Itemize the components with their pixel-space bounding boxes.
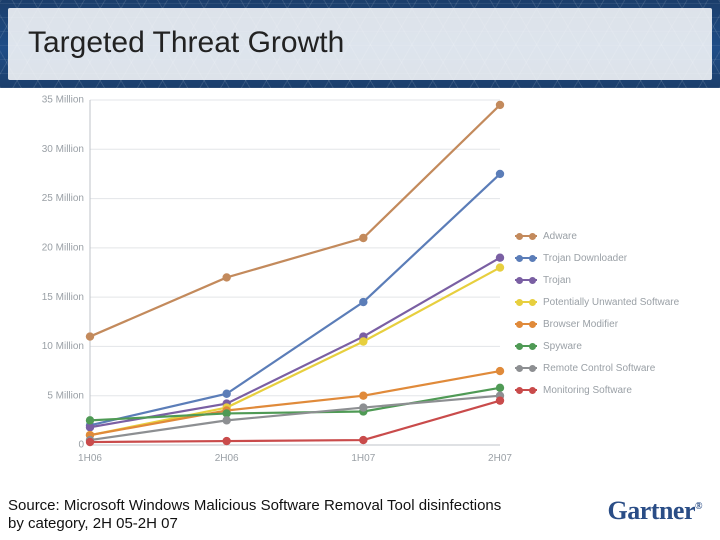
legend-swatch [515, 362, 537, 374]
header-band: Targeted Threat Growth [0, 0, 720, 88]
series-marker [222, 273, 230, 281]
series-marker [496, 396, 504, 404]
source-line: Source: Microsoft Windows Malicious Soft… [8, 497, 508, 535]
series-marker [496, 101, 504, 109]
series-marker [222, 390, 230, 398]
series-line [90, 401, 500, 442]
y-tick-label: 20 Million [42, 242, 84, 253]
legend-swatch [515, 340, 537, 352]
legend-swatch [515, 318, 537, 330]
legend-item: Remote Control Software [515, 357, 690, 379]
series-marker [359, 337, 367, 345]
series-marker [496, 263, 504, 271]
legend-item: Adware [515, 225, 690, 247]
series-marker [496, 367, 504, 375]
legend-item: Monitoring Software [515, 379, 690, 401]
legend-label: Trojan [543, 275, 571, 286]
legend-label: Spyware [543, 341, 582, 352]
series-marker [86, 416, 94, 424]
slide: Targeted Threat Growth 0 5 Million 10 Mill… [0, 0, 720, 540]
y-tick-label: 35 Million [42, 95, 84, 106]
series-marker [359, 298, 367, 306]
series-marker [496, 254, 504, 262]
x-tick-label: 1H06 [78, 453, 102, 464]
legend-swatch [515, 252, 537, 264]
legend-swatch [515, 274, 537, 286]
gartner-mark-suffix: ® [695, 501, 702, 512]
y-tick-label: 30 Million [42, 144, 84, 155]
slide-title: Targeted Threat Growth [28, 26, 344, 60]
x-tick-label: 1H07 [351, 453, 375, 464]
legend-label: Monitoring Software [543, 385, 632, 396]
y-tick-label: 0 [78, 440, 84, 451]
legend-item: Trojan [515, 269, 690, 291]
legend-swatch [515, 296, 537, 308]
x-tick-label: 2H07 [488, 453, 512, 464]
legend-label: Browser Modifier [543, 319, 618, 330]
series-marker [86, 332, 94, 340]
legend-label: Potentially Unwanted Software [543, 297, 679, 308]
legend: Adware Trojan Downloader Trojan Potentially… [515, 225, 690, 401]
gartner-wordmark: Gartner [608, 496, 695, 525]
legend-label: Trojan Downloader [543, 253, 627, 264]
series-marker [496, 384, 504, 392]
legend-label: Adware [543, 231, 577, 242]
legend-swatch [515, 230, 537, 242]
series-marker [222, 416, 230, 424]
y-tick-label: 5 Million [47, 390, 84, 401]
y-tick-label: 10 Million [42, 341, 84, 352]
series-marker [359, 403, 367, 411]
y-tick-label: 25 Million [42, 193, 84, 204]
legend-label: Remote Control Software [543, 363, 655, 374]
series-marker [86, 438, 94, 446]
series-marker [359, 436, 367, 444]
series-marker [222, 437, 230, 445]
legend-swatch [515, 384, 537, 396]
gartner-logo: Gartner® [608, 496, 702, 526]
series-marker [496, 170, 504, 178]
legend-item: Potentially Unwanted Software [515, 291, 690, 313]
title-box: Targeted Threat Growth [8, 8, 712, 80]
series-line [90, 371, 500, 435]
y-tick-label: 15 Million [42, 292, 84, 303]
series-marker [359, 234, 367, 242]
legend-item: Trojan Downloader [515, 247, 690, 269]
legend-item: Browser Modifier [515, 313, 690, 335]
x-tick-label: 2H06 [215, 453, 239, 464]
chart: 0 5 Million 10 Million 15 Million 20 Million… [30, 95, 690, 475]
legend-item: Spyware [515, 335, 690, 357]
series-marker [359, 392, 367, 400]
